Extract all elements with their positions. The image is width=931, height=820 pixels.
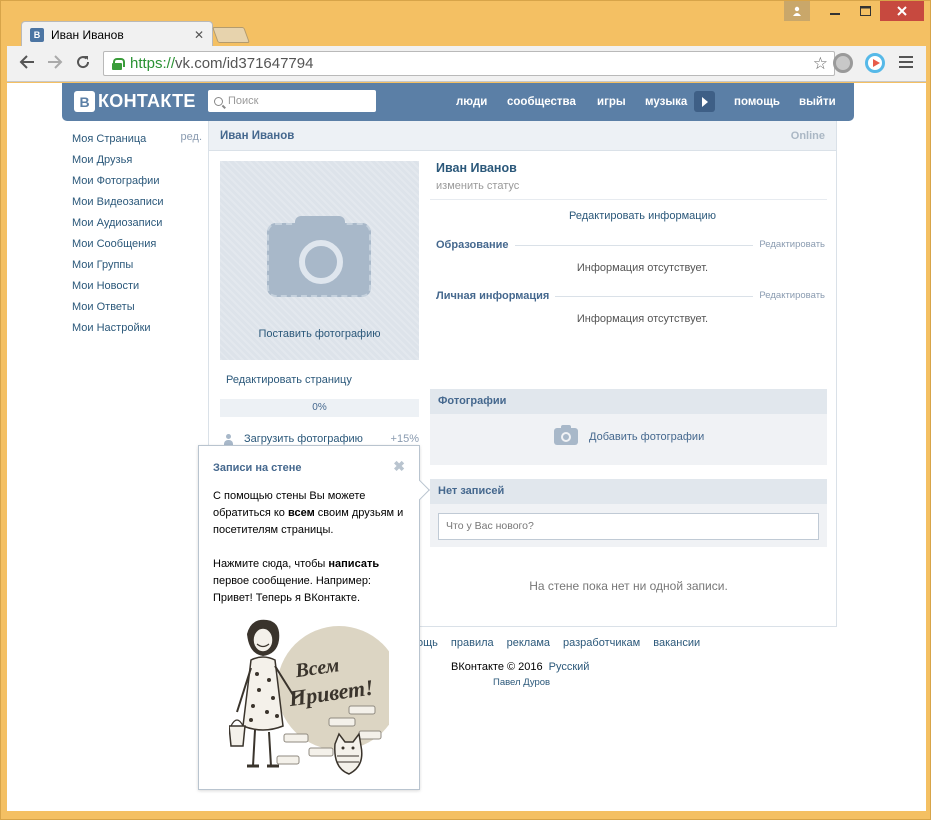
photos-block: Фотографии Добавить фотографии xyxy=(430,389,827,465)
avatar-placeholder[interactable]: Поставить фотографию xyxy=(220,161,419,360)
browser-menu-icon[interactable] xyxy=(899,56,913,71)
menu-item-audio[interactable]: Мои Аудиозаписи xyxy=(72,215,202,236)
edit-page-link[interactable]: Редактировать страницу xyxy=(226,374,352,386)
footer-link-developers[interactable]: разработчикам xyxy=(563,637,640,649)
nav-music[interactable]: музыка xyxy=(645,83,687,121)
footer-links: ощь правила реклама разработчикам ваканс… xyxy=(417,637,713,649)
greeting-illustration: Всем Привет! xyxy=(229,619,389,775)
search-icon xyxy=(214,96,223,106)
new-tab-button[interactable] xyxy=(212,27,250,43)
extension-play-icon[interactable] xyxy=(865,53,885,73)
address-bar[interactable]: https://vk.com/id371647794 ☆ xyxy=(103,51,835,76)
profile-header-name: Иван Иванов xyxy=(220,129,295,142)
back-arrow-icon[interactable] xyxy=(19,54,35,72)
person-icon xyxy=(224,433,233,445)
add-photos-label: Добавить фотографии xyxy=(589,430,705,443)
menu-item-photos[interactable]: Мои Фотографии xyxy=(72,173,202,194)
menu-item-groups[interactable]: Мои Группы xyxy=(72,257,202,278)
section-personal-empty: Информация отсутствует. xyxy=(576,313,709,325)
lock-icon xyxy=(112,57,125,70)
nav-communities[interactable]: сообщества xyxy=(507,83,576,121)
wall-title: Нет записей xyxy=(430,479,827,504)
footer-author-link[interactable]: Павел Дуров xyxy=(493,677,550,688)
wall-tooltip[interactable]: Записи на стене ✖ С помощью стены Вы мож… xyxy=(198,445,430,790)
edit-info-link[interactable]: Редактировать информацию xyxy=(430,210,855,222)
menu-item-friends[interactable]: Мои Друзья xyxy=(72,152,202,173)
tab-title: Иван Иванов xyxy=(51,27,124,42)
vk-logo-icon: В xyxy=(74,91,95,112)
online-status: Online xyxy=(790,129,825,142)
footer-link-help[interactable]: ощь xyxy=(417,637,438,649)
extension-eye-icon[interactable] xyxy=(833,53,853,73)
upload-photo-row[interactable]: Загрузить фотографию +15% xyxy=(224,433,419,445)
menu-item-messages[interactable]: Мои Сообщения xyxy=(72,236,202,257)
vk-logo-text: КОНТАКТЕ xyxy=(98,91,196,111)
nav-people[interactable]: люди xyxy=(456,83,487,121)
nav-logout[interactable]: выйти xyxy=(799,83,836,121)
section-education-edit[interactable]: Редактировать xyxy=(753,239,825,250)
browser-tab[interactable]: В Иван Иванов ✕ xyxy=(21,21,213,47)
minimize-icon[interactable] xyxy=(820,1,850,21)
menu-item-news[interactable]: Мои Новости xyxy=(72,278,202,299)
footer-link-ads[interactable]: реклама xyxy=(507,637,550,649)
set-photo-link[interactable]: Поставить фотографию xyxy=(220,328,419,340)
left-menu: ред. Моя Страница Мои Друзья Мои Фотогра… xyxy=(72,131,202,341)
photos-title[interactable]: Фотографии xyxy=(430,389,827,414)
wall-post-input[interactable]: Что у Вас нового? xyxy=(438,513,819,540)
music-play-icon[interactable] xyxy=(694,91,715,112)
section-personal-title: Личная информация xyxy=(436,290,556,302)
url-path: vk.com/id371647794 xyxy=(175,55,314,72)
section-education-empty: Информация отсутствует. xyxy=(576,262,709,274)
tab-close-icon[interactable]: ✕ xyxy=(194,28,204,42)
window-controls xyxy=(784,1,924,23)
vk-header: В КОНТАКТЕ Поиск люди сообщества игры му… xyxy=(62,83,854,121)
menu-edit-link[interactable]: ред. xyxy=(181,131,202,143)
tooltip-paragraph-2[interactable]: Нажмите сюда, чтобы написать первое сооб… xyxy=(213,556,409,607)
add-photos-button[interactable]: Добавить фотографии xyxy=(554,425,705,445)
section-education-title: Образование xyxy=(436,239,515,251)
upload-bonus: +15% xyxy=(390,433,419,445)
user-icon[interactable] xyxy=(784,1,810,21)
bookmark-star-icon[interactable]: ☆ xyxy=(813,54,828,74)
menu-item-settings[interactable]: Мои Настройки xyxy=(72,320,202,341)
footer-link-jobs[interactable]: вакансии xyxy=(653,637,700,649)
search-input[interactable]: Поиск xyxy=(208,90,376,112)
profile-progress: 0% xyxy=(220,399,419,417)
upload-photo-label: Загрузить фотографию xyxy=(244,433,363,445)
menu-item-videos[interactable]: Мои Видеозаписи xyxy=(72,194,202,215)
reload-icon[interactable] xyxy=(75,54,91,73)
tooltip-title: Записи на стене xyxy=(213,462,302,474)
vk-favicon-icon: В xyxy=(30,27,44,42)
tooltip-paragraph-1: С помощью стены Вы можете обратиться ко … xyxy=(213,490,404,536)
change-status-link[interactable]: изменить статус xyxy=(436,180,519,192)
tooltip-close-icon[interactable]: ✖ xyxy=(393,458,405,475)
nav-games[interactable]: игры xyxy=(597,83,626,121)
copyright-text: ВКонтакте © 2016 xyxy=(451,661,543,673)
camera-icon xyxy=(267,216,371,297)
menu-item-answers[interactable]: Мои Ответы xyxy=(72,299,202,320)
maximize-icon[interactable] xyxy=(850,1,880,21)
close-icon[interactable] xyxy=(880,1,924,21)
camera-icon xyxy=(554,425,578,445)
forward-arrow-icon[interactable] xyxy=(47,54,63,72)
vk-logo[interactable]: В КОНТАКТЕ xyxy=(74,91,196,112)
divider xyxy=(430,199,827,200)
browser-window: В Иван Иванов ✕ https://vk.com/id3716477… xyxy=(0,0,931,820)
url-scheme: https:// xyxy=(130,55,176,72)
wall-block: Нет записей Что у Вас нового? xyxy=(430,479,827,547)
page-viewport: В КОНТАКТЕ Поиск люди сообщества игры му… xyxy=(7,83,926,811)
browser-toolbar: https://vk.com/id371647794 ☆ xyxy=(7,46,926,82)
wall-empty-message: На стене пока нет ни одной записи. xyxy=(529,579,728,593)
section-personal-edit[interactable]: Редактировать xyxy=(753,290,825,301)
nav-help[interactable]: помощь xyxy=(734,83,780,121)
footer-copyright: ВКонтакте © 2016 Русский xyxy=(451,661,589,673)
search-placeholder: Поиск xyxy=(228,95,259,107)
language-link[interactable]: Русский xyxy=(549,661,590,673)
profile-header: Иван Иванов Online xyxy=(209,121,836,151)
footer-link-rules[interactable]: правила xyxy=(451,637,494,649)
profile-name: Иван Иванов xyxy=(436,161,517,175)
